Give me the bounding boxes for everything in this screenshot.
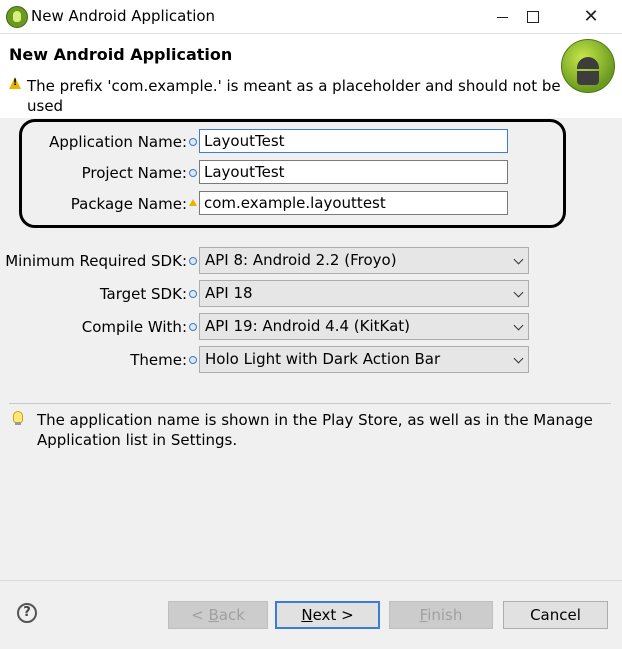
android-body-icon — [577, 71, 599, 85]
theme-value: Holo Light with Dark Action Bar — [205, 350, 441, 368]
theme-select[interactable]: Holo Light with Dark Action Bar — [199, 346, 529, 373]
application-name-input[interactable]: LayoutTest — [199, 129, 508, 153]
info-icon — [189, 169, 197, 177]
finish-label: inish — [427, 606, 463, 624]
wizard-header: New Android Application The prefix 'com.… — [0, 34, 622, 118]
info-icon — [189, 257, 197, 265]
theme-label: Theme: — [130, 351, 187, 369]
header-message: The prefix 'com.example.' is meant as a … — [27, 77, 561, 115]
package-name-label: Package Name: — [70, 195, 187, 213]
project-name-input[interactable]: LayoutTest — [199, 160, 508, 184]
window-title: New Android Application — [31, 7, 216, 25]
minimize-icon — [496, 16, 508, 18]
warning-icon — [189, 199, 197, 206]
android-head-icon — [577, 57, 599, 69]
help-button[interactable]: ? — [17, 603, 37, 623]
compile-with-label: Compile With: — [81, 318, 187, 336]
info-icon — [189, 290, 197, 298]
back-mnemonic: B — [208, 606, 219, 624]
maximize-button[interactable] — [510, 0, 556, 33]
chevron-down-icon — [513, 353, 524, 364]
compile-with-select[interactable]: API 19: Android 4.4 (KitKat) — [199, 313, 529, 340]
cancel-button[interactable]: Cancel — [503, 601, 608, 629]
chevron-down-icon — [513, 254, 524, 265]
project-name-label: Project Name: — [81, 164, 187, 182]
info-icon — [189, 323, 197, 331]
min-sdk-select[interactable]: API 8: Android 2.2 (Froyo) — [199, 247, 529, 274]
compile-with-value: API 19: Android 4.4 (KitKat) — [205, 317, 411, 335]
next-label: ext > — [312, 606, 354, 624]
maximize-icon — [527, 11, 539, 23]
target-sdk-value: API 18 — [205, 284, 253, 302]
back-button[interactable]: < Back — [168, 601, 268, 629]
lightbulb-icon — [13, 411, 23, 425]
close-button[interactable]: ✕ — [568, 0, 614, 33]
next-mnemonic: N — [301, 606, 313, 624]
back-prefix: < — [191, 606, 209, 624]
close-icon: ✕ — [583, 6, 599, 27]
chevron-down-icon — [513, 320, 524, 331]
chevron-down-icon — [513, 287, 524, 298]
info-icon — [189, 138, 197, 146]
warning-icon — [9, 77, 21, 89]
finish-button[interactable]: Finish — [389, 601, 493, 629]
min-sdk-value: API 8: Android 2.2 (Froyo) — [205, 251, 397, 269]
hint-message: The application name is shown in the Pla… — [37, 411, 593, 449]
divider — [9, 403, 611, 404]
back-label: ack — [218, 606, 245, 624]
package-name-input[interactable]: com.example.layouttest — [199, 191, 508, 215]
android-logo — [561, 39, 615, 93]
target-sdk-label: Target SDK: — [99, 285, 187, 303]
page-title: New Android Application — [9, 45, 233, 64]
info-icon — [189, 356, 197, 364]
min-sdk-label: Minimum Required SDK: — [5, 252, 187, 270]
eclipse-adt-icon — [6, 6, 28, 28]
application-name-label: Application Name: — [49, 133, 187, 151]
footer-divider — [0, 580, 622, 581]
target-sdk-select[interactable]: API 18 — [199, 280, 529, 307]
next-button[interactable]: Next > — [275, 601, 380, 629]
window-titlebar: New Android Application ✕ — [0, 0, 622, 34]
